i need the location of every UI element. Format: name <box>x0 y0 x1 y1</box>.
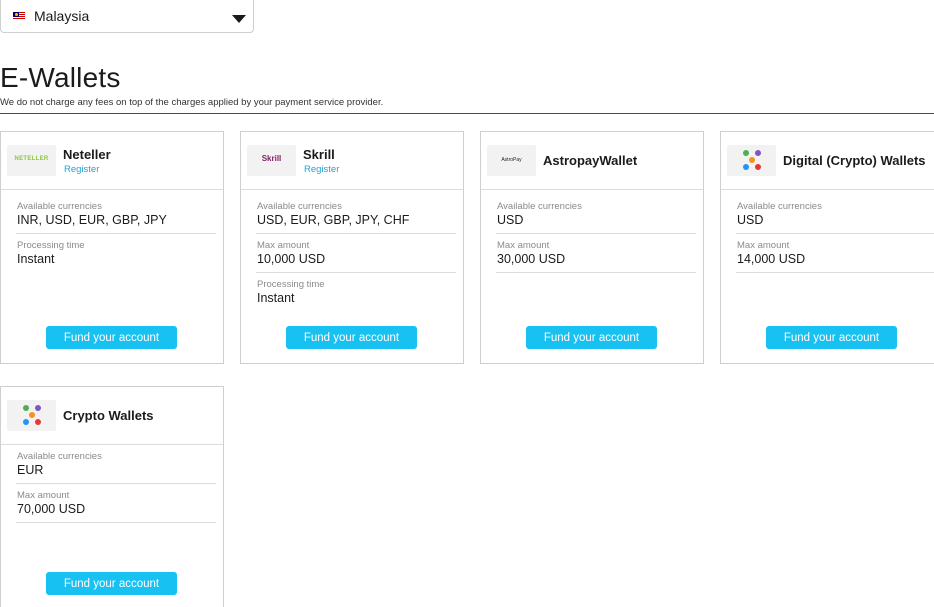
field-label: Max amount <box>17 490 70 501</box>
field-label: Available currencies <box>257 201 342 212</box>
processing-time-field: Processing time Instant <box>256 273 456 312</box>
max-amount-field: Max amount 14,000 USD <box>736 234 934 273</box>
field-value: USD, EUR, GBP, JPY, CHF <box>257 213 410 227</box>
card-title: AstropayWallet <box>543 153 638 168</box>
malaysia-flag-icon <box>13 12 25 20</box>
crypto-coins-icon <box>7 400 56 431</box>
chevron-down-icon[interactable] <box>232 15 246 23</box>
available-currencies-field: Available currencies EUR <box>16 445 216 484</box>
field-value: EUR <box>17 463 44 477</box>
field-label: Available currencies <box>17 201 102 212</box>
field-value: Instant <box>17 252 55 266</box>
card-header: AstroPay AstropayWallet <box>481 132 703 190</box>
card-header: NETELLER Neteller Register <box>1 132 223 190</box>
max-amount-field: Max amount 30,000 USD <box>496 234 696 273</box>
max-amount-field: Max amount 70,000 USD <box>16 484 216 523</box>
field-value: 70,000 USD <box>17 502 86 516</box>
field-value: USD <box>737 213 764 227</box>
country-select[interactable]: Malaysia <box>0 0 254 33</box>
field-label: Available currencies <box>737 201 822 212</box>
field-label: Max amount <box>497 240 550 251</box>
payment-card-digital-crypto: Digital (Crypto) Wallets Available curre… <box>720 131 934 364</box>
card-header: Skrill Skrill Register <box>241 132 463 190</box>
card-header: Digital (Crypto) Wallets <box>721 132 934 190</box>
available-currencies-field: Available currencies USD <box>736 195 934 234</box>
field-value: INR, USD, EUR, GBP, JPY <box>17 213 167 227</box>
fund-account-button[interactable]: Fund your account <box>766 326 897 349</box>
max-amount-field: Max amount 10,000 USD <box>256 234 456 273</box>
card-title: Skrill <box>303 147 335 162</box>
payment-card-neteller: NETELLER Neteller Register Available cur… <box>0 131 224 364</box>
available-currencies-field: Available currencies USD, EUR, GBP, JPY,… <box>256 195 456 234</box>
payment-card-crypto-wallets: Crypto Wallets Available currencies EUR … <box>0 386 224 607</box>
available-currencies-field: Available currencies USD <box>496 195 696 234</box>
field-value: USD <box>497 213 524 227</box>
crypto-coins-icon <box>727 145 776 176</box>
skrill-logo: Skrill <box>247 145 296 176</box>
fund-account-button[interactable]: Fund your account <box>46 572 177 595</box>
card-title: Digital (Crypto) Wallets <box>783 153 926 168</box>
fund-account-button[interactable]: Fund your account <box>526 326 657 349</box>
field-label: Max amount <box>737 240 790 251</box>
register-link[interactable]: Register <box>64 164 99 175</box>
payment-card-skrill: Skrill Skrill Register Available currenc… <box>240 131 464 364</box>
section-divider <box>0 113 934 114</box>
field-value: Instant <box>257 291 295 305</box>
section-subtitle: We do not charge any fees on top of the … <box>0 97 384 108</box>
field-value: 14,000 USD <box>737 252 806 266</box>
section-title: E-Wallets <box>0 62 121 93</box>
register-link[interactable]: Register <box>304 164 339 175</box>
card-title: Neteller <box>63 147 111 162</box>
field-value: 10,000 USD <box>257 252 326 266</box>
processing-time-field: Processing time Instant <box>16 234 216 273</box>
card-header: Crypto Wallets <box>1 387 223 445</box>
field-label: Processing time <box>257 279 325 290</box>
payment-card-astropay: AstroPay AstropayWallet Available curren… <box>480 131 704 364</box>
field-value: 30,000 USD <box>497 252 566 266</box>
fund-account-button[interactable]: Fund your account <box>286 326 417 349</box>
astropay-logo: AstroPay <box>487 145 536 176</box>
field-label: Processing time <box>17 240 85 251</box>
neteller-logo: NETELLER <box>7 145 56 176</box>
field-label: Max amount <box>257 240 310 251</box>
field-label: Available currencies <box>17 451 102 462</box>
card-title: Crypto Wallets <box>63 408 154 423</box>
field-label: Available currencies <box>497 201 582 212</box>
country-select-value: Malaysia <box>34 8 90 24</box>
available-currencies-field: Available currencies INR, USD, EUR, GBP,… <box>16 195 216 234</box>
fund-account-button[interactable]: Fund your account <box>46 326 177 349</box>
